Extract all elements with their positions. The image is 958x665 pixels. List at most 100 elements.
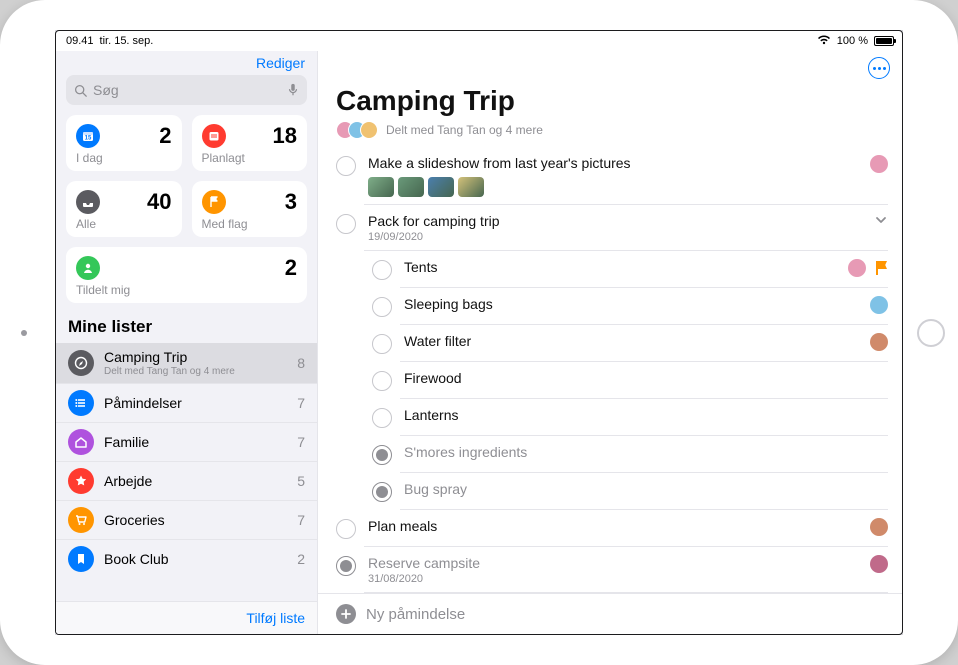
reminder-date: 31/08/2020 bbox=[368, 573, 858, 585]
new-reminder-label: Ny påmindelse bbox=[366, 606, 465, 623]
reminder-title: Make a slideshow from last year's pictur… bbox=[368, 155, 858, 171]
complete-toggle[interactable] bbox=[372, 297, 392, 317]
list-row[interactable]: Familie 7 bbox=[56, 423, 317, 462]
calendar-icon bbox=[202, 124, 226, 148]
sidebar: Rediger Søg 15 bbox=[56, 51, 318, 634]
add-list-button[interactable]: Tilføj liste bbox=[246, 610, 305, 626]
smartlist-scheduled-count: 18 bbox=[273, 123, 297, 149]
home-icon bbox=[68, 429, 94, 455]
smartlist-today[interactable]: 15 2 I dag bbox=[66, 115, 182, 171]
list-row[interactable]: Groceries 7 bbox=[56, 501, 317, 540]
list-subtitle: Delt med Tang Tan og 4 mere bbox=[104, 366, 287, 377]
smartlist-flagged[interactable]: 3 Med flag bbox=[192, 181, 308, 237]
search-input[interactable]: Søg bbox=[66, 75, 307, 105]
list-name: Familie bbox=[104, 434, 287, 450]
list-row[interactable]: Book Club2 bbox=[56, 540, 317, 578]
reminder-title: Tents bbox=[404, 259, 836, 275]
reminder-row[interactable]: Reserve campsite31/08/2020 bbox=[318, 547, 902, 593]
smartlist-flagged-count: 3 bbox=[285, 189, 297, 215]
subtask-row[interactable]: Lanterns bbox=[318, 399, 902, 436]
star-icon bbox=[68, 468, 94, 494]
assignee-avatar bbox=[870, 155, 888, 173]
reminder-row[interactable]: Pack for camping trip19/09/2020 bbox=[318, 205, 902, 251]
status-bar: 09.41 tir. 15. sep. 100 % bbox=[56, 31, 902, 51]
compass-icon bbox=[68, 350, 94, 376]
reminder-row[interactable]: Make a slideshow from last year's pictur… bbox=[318, 147, 902, 205]
reminder-title: Lanterns bbox=[404, 407, 876, 423]
subtask-row[interactable]: Water filter bbox=[318, 325, 902, 362]
complete-toggle[interactable] bbox=[372, 334, 392, 354]
smartlist-all-label: Alle bbox=[76, 217, 172, 231]
list-row[interactable]: Påmindelser7 bbox=[56, 384, 317, 423]
subtask-row[interactable]: Tents bbox=[318, 251, 902, 288]
search-icon bbox=[74, 84, 87, 97]
cart-icon bbox=[68, 507, 94, 533]
calendar-icon: 15 bbox=[76, 124, 100, 148]
reminder-title: S'mores ingredients bbox=[404, 444, 876, 460]
complete-toggle[interactable] bbox=[372, 260, 392, 280]
list-name: Camping Trip bbox=[104, 349, 287, 365]
thumbnail[interactable] bbox=[398, 177, 424, 197]
shared-with-text: Delt med Tang Tan og 4 mere bbox=[386, 123, 543, 137]
reminder-title: Firewood bbox=[404, 370, 876, 386]
attachment-thumbnails[interactable] bbox=[368, 177, 858, 197]
edit-button[interactable]: Rediger bbox=[256, 55, 305, 71]
list-name: Groceries bbox=[104, 512, 287, 528]
smartlist-scheduled[interactable]: 18 Planlagt bbox=[192, 115, 308, 171]
assignee-avatar bbox=[870, 555, 888, 573]
list-row[interactable]: Camping TripDelt med Tang Tan og 4 mere 8 bbox=[56, 343, 317, 384]
more-button[interactable] bbox=[868, 57, 890, 79]
smartlist-assigned[interactable]: 2 Tildelt mig bbox=[66, 247, 307, 303]
thumbnail[interactable] bbox=[368, 177, 394, 197]
reminder-title: Water filter bbox=[404, 333, 858, 349]
assignee-avatar bbox=[870, 296, 888, 314]
list-icon bbox=[68, 390, 94, 416]
subtask-row[interactable]: S'mores ingredients bbox=[318, 436, 902, 473]
search-placeholder: Søg bbox=[93, 82, 281, 98]
battery-icon bbox=[874, 36, 894, 46]
list-count: 7 bbox=[297, 434, 305, 450]
reminder-row[interactable]: Plan meals bbox=[318, 510, 902, 547]
list-row[interactable]: Arbejde 5 bbox=[56, 462, 317, 501]
smartlist-all-count: 40 bbox=[147, 189, 171, 215]
smartlist-scheduled-label: Planlagt bbox=[202, 151, 298, 165]
list-name: Arbejde bbox=[104, 473, 287, 489]
complete-toggle[interactable] bbox=[372, 445, 392, 465]
ellipsis-icon bbox=[873, 67, 886, 70]
new-reminder-button[interactable]: Ny påmindelse bbox=[318, 593, 902, 634]
reminder-title: Pack for camping trip bbox=[368, 213, 862, 229]
shared-with-row[interactable]: Delt med Tang Tan og 4 mere bbox=[336, 121, 884, 139]
thumbnail[interactable] bbox=[458, 177, 484, 197]
smartlist-assigned-count: 2 bbox=[285, 255, 297, 281]
svg-text:15: 15 bbox=[85, 136, 92, 142]
complete-toggle[interactable] bbox=[336, 214, 356, 234]
smartlist-all[interactable]: 40 Alle bbox=[66, 181, 182, 237]
tray-icon bbox=[76, 190, 100, 214]
chevron-down-icon[interactable] bbox=[874, 213, 888, 227]
thumbnail[interactable] bbox=[428, 177, 454, 197]
home-button[interactable] bbox=[917, 319, 945, 347]
plus-icon bbox=[336, 604, 356, 624]
avatar bbox=[360, 121, 378, 139]
subtask-row[interactable]: Sleeping bags bbox=[318, 288, 902, 325]
dictate-icon[interactable] bbox=[287, 83, 299, 97]
assignee-avatar bbox=[848, 259, 866, 277]
list-count: 8 bbox=[297, 355, 305, 371]
status-time: 09.41 bbox=[66, 35, 94, 47]
list-name: Påmindelser bbox=[104, 395, 287, 411]
wifi-icon bbox=[817, 35, 831, 48]
complete-toggle[interactable] bbox=[372, 408, 392, 428]
assignee-avatar bbox=[870, 518, 888, 536]
complete-toggle[interactable] bbox=[372, 482, 392, 502]
list-count: 7 bbox=[297, 512, 305, 528]
smartlist-today-label: I dag bbox=[76, 151, 172, 165]
complete-toggle[interactable] bbox=[372, 371, 392, 391]
main-panel: Camping Trip Delt med Tang Tan og 4 mere… bbox=[318, 51, 902, 634]
complete-toggle[interactable] bbox=[336, 156, 356, 176]
list-count: 5 bbox=[297, 473, 305, 489]
subtask-row[interactable]: Bug spray bbox=[318, 473, 902, 510]
complete-toggle[interactable] bbox=[336, 519, 356, 539]
subtask-row[interactable]: Firewood bbox=[318, 362, 902, 399]
complete-toggle[interactable] bbox=[336, 556, 356, 576]
status-date: tir. 15. sep. bbox=[100, 35, 154, 47]
